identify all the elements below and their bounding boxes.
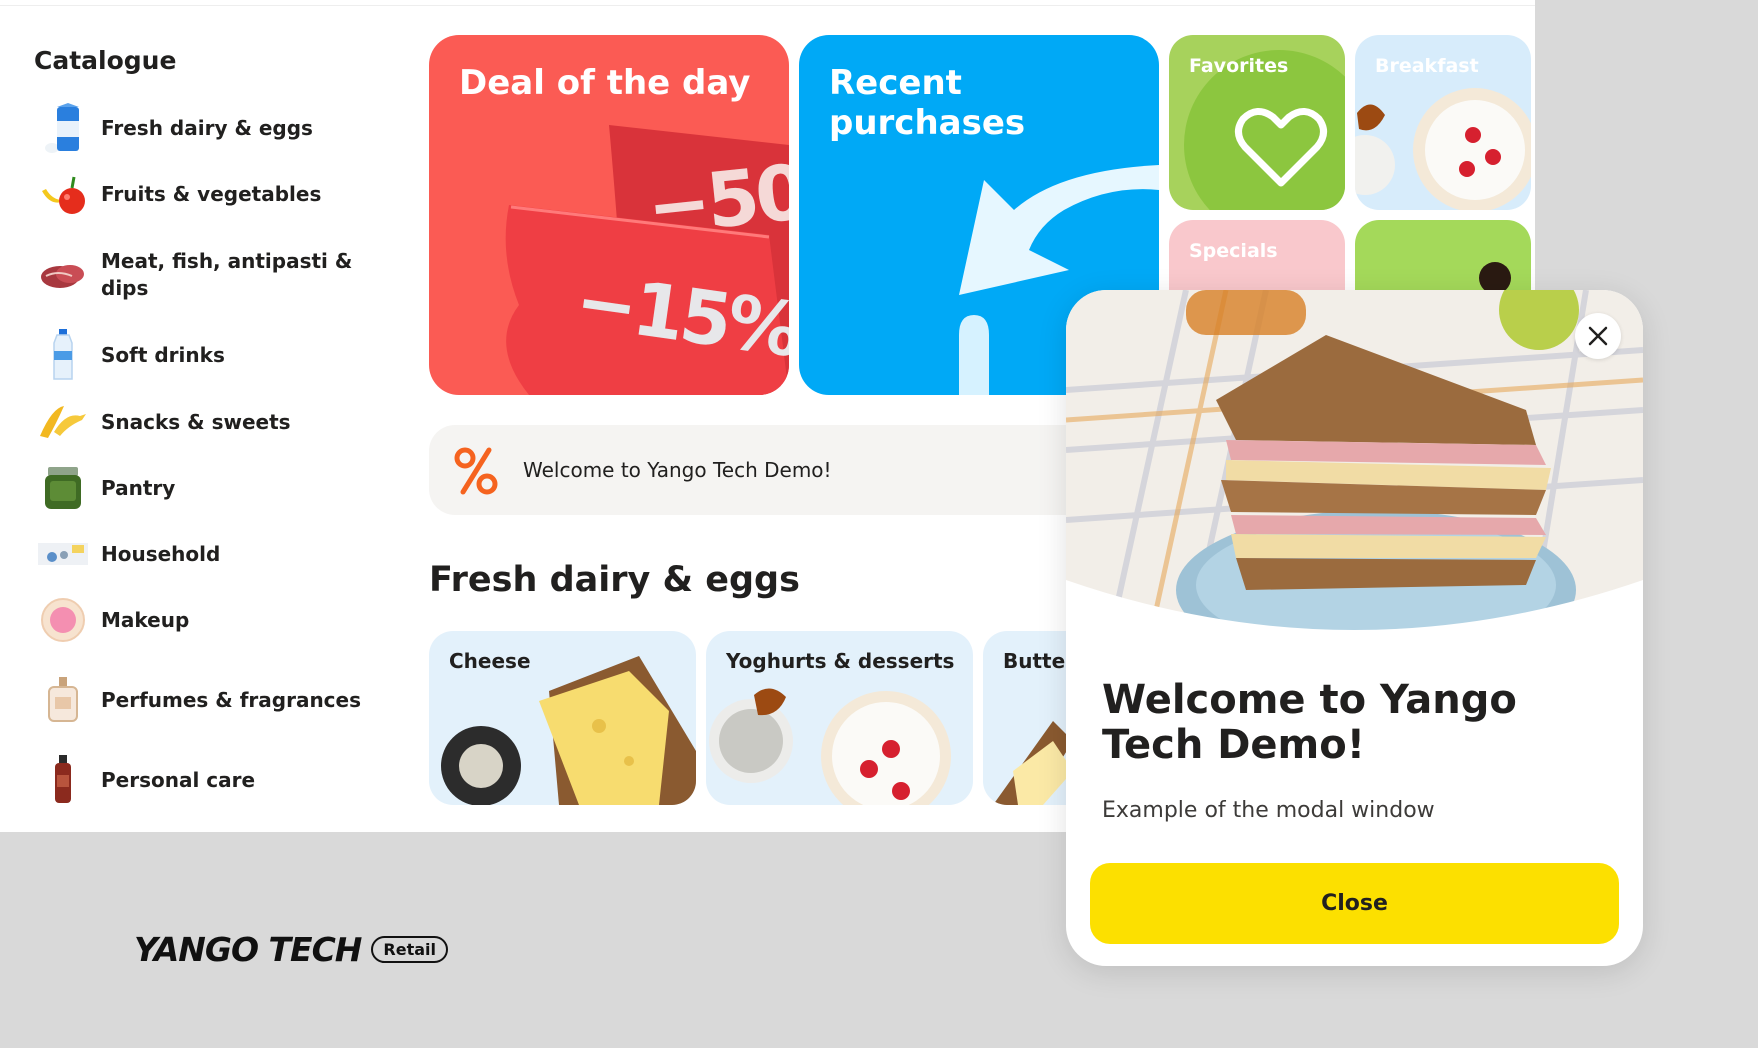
sidebar-item-label: Pantry: [101, 475, 176, 500]
modal-description: Example of the modal window: [1102, 798, 1435, 823]
subcategory-yoghurts-desserts[interactable]: Yoghurts & desserts: [706, 631, 973, 805]
subcategory-label: Cheese: [449, 649, 531, 673]
sidebar-item-pantry[interactable]: Pantry: [38, 463, 368, 513]
logo-wordmark: YANGO TECH: [134, 930, 362, 969]
close-icon: [1588, 326, 1608, 346]
sidebar-item-perfumes[interactable]: Perfumes & fragrances: [38, 675, 368, 725]
sidebar-item-fruits-vegetables[interactable]: Fruits & vegetables: [38, 169, 368, 219]
breakfast-tile-title: Breakfast: [1375, 55, 1479, 77]
sidebar-item-personal-care[interactable]: Personal care: [38, 755, 368, 805]
household-icon: [38, 529, 88, 579]
milk-carton-icon: [38, 103, 88, 153]
sidebar-item-fresh-dairy[interactable]: Fresh dairy & eggs: [38, 103, 368, 153]
breakfast-tile[interactable]: Breakfast: [1355, 35, 1531, 210]
subcategory-cheese[interactable]: Cheese: [429, 631, 696, 805]
sidebar-item-label: Meat, fish, antipasti & dips: [101, 249, 353, 300]
welcome-modal: Welcome to Yango Tech Demo! Example of t…: [1066, 290, 1643, 966]
snacks-icon: [38, 397, 88, 447]
logo-retail-badge: Retail: [371, 936, 449, 963]
sidebar-item-label: Fresh dairy & eggs: [101, 115, 313, 140]
heart-icon: [1235, 108, 1327, 187]
sidebar-item-label: Personal care: [101, 767, 256, 792]
water-bottle-icon: [38, 329, 88, 380]
sandwich-image: [1066, 290, 1643, 656]
modal-close-icon-button[interactable]: [1575, 313, 1621, 359]
sidebar-item-label: Snacks & sweets: [101, 409, 291, 434]
percent-icon: [451, 445, 501, 495]
deal-of-the-day-tile[interactable]: Deal of the day −50 −15%: [429, 35, 789, 395]
modal-close-button[interactable]: Close: [1090, 863, 1619, 944]
modal-title: Welcome to Yango Tech Demo!: [1102, 677, 1517, 768]
jar-icon: [38, 463, 88, 513]
deal-badge-big: −50: [642, 147, 789, 252]
promo-text: Welcome to Yango Tech Demo!: [523, 458, 832, 482]
sidebar-item-soft-drinks[interactable]: Soft drinks: [38, 329, 368, 380]
compact-powder-icon: [38, 595, 88, 645]
subcategory-label: Yoghurts & desserts: [726, 649, 955, 673]
favorites-tile-title: Favorites: [1189, 55, 1289, 77]
fruits-icon: [38, 169, 88, 219]
sidebar-item-label: Household: [101, 541, 221, 566]
meat-icon: [38, 250, 88, 300]
sidebar-item-household[interactable]: Household: [38, 529, 368, 579]
yango-tech-logo: YANGO TECH Retail: [134, 930, 449, 969]
sidebar-item-label: Perfumes & fragrances: [101, 687, 361, 712]
sidebar-item-makeup[interactable]: Makeup: [38, 595, 368, 645]
deal-tile-title: Deal of the day: [459, 63, 751, 103]
top-divider: [0, 5, 1535, 6]
sidebar-item-label: Fruits & vegetables: [101, 181, 322, 206]
care-bottle-icon: [38, 755, 88, 805]
sidebar-item-label: Soft drinks: [101, 342, 225, 367]
section-title: Fresh dairy & eggs: [429, 560, 800, 600]
recent-tile-title: Recent purchases: [829, 63, 1026, 143]
specials-tile-title: Specials: [1189, 240, 1278, 262]
perfume-bottle-icon: [38, 675, 88, 725]
favorites-tile[interactable]: Favorites: [1169, 35, 1345, 210]
catalogue-title: Catalogue: [34, 46, 177, 75]
sidebar-item-meat-fish[interactable]: Meat, fish, antipasti & dips: [38, 248, 368, 302]
sidebar-item-label: Makeup: [101, 607, 190, 632]
sidebar-item-snacks-sweets[interactable]: Snacks & sweets: [38, 397, 368, 447]
